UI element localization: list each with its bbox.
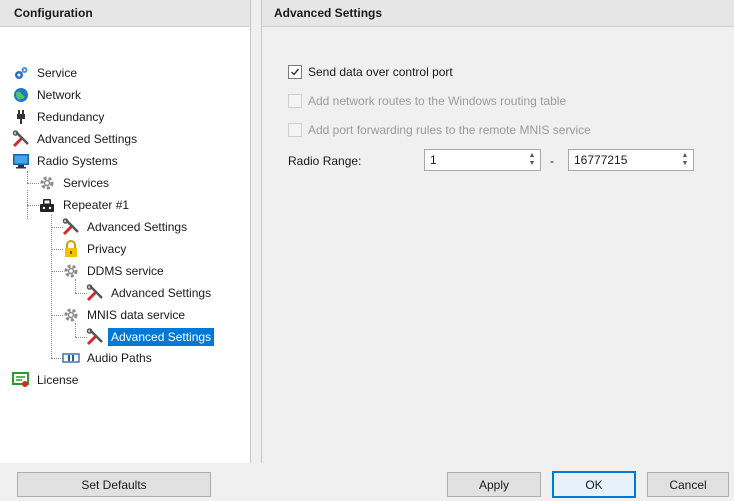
cancel-button[interactable]: Cancel — [647, 472, 729, 497]
add-port-forwarding-option: Add port forwarding rules to the remote … — [288, 121, 591, 139]
tree-item-label: Advanced Settings — [87, 220, 188, 234]
tree-item-repeater-advanced-settings[interactable]: Advanced Settings — [62, 217, 190, 237]
tree-item-label: License — [37, 373, 79, 387]
radio-range-to-value[interactable]: 16777215 — [569, 153, 677, 167]
tree-item-mnis-data-service[interactable]: MNIS data service — [62, 305, 188, 325]
tree-item-label: DDMS service — [87, 264, 164, 278]
tree-item-service[interactable]: Service — [12, 63, 80, 83]
tree-item-mnis-advanced-settings[interactable]: Advanced Settings — [86, 327, 215, 347]
globe-icon — [12, 86, 30, 104]
license-icon — [12, 371, 30, 389]
tree-item-privacy[interactable]: Privacy — [62, 239, 129, 259]
spin-down-icon[interactable]: ▼ — [682, 160, 689, 168]
option-label: Send data over control port — [308, 65, 453, 79]
tree-item-ddms-service[interactable]: DDMS service — [62, 261, 167, 281]
plug-icon — [12, 108, 30, 126]
tree-item-label: Services — [63, 176, 110, 190]
option-label: Add network routes to the Windows routin… — [308, 94, 567, 108]
tree-item-label: Redundancy — [37, 110, 105, 124]
gear-icon — [38, 174, 56, 192]
tree-item-label: Network — [37, 88, 82, 102]
tree-item-label: Advanced Settings — [111, 286, 212, 300]
send-data-control-port-option[interactable]: Send data over control port — [288, 63, 453, 81]
ok-button[interactable]: OK — [552, 471, 636, 498]
gears-icon — [12, 64, 30, 82]
configuration-header: Configuration — [0, 0, 250, 27]
tools-icon — [12, 130, 30, 148]
settings-header: Advanced Settings — [262, 0, 734, 27]
send-data-control-port-checkbox[interactable] — [288, 65, 302, 79]
tree-item-radio-systems[interactable]: Radio Systems — [12, 151, 121, 171]
tree-item-repeater-1[interactable]: Repeater #1 — [38, 195, 132, 215]
tree-item-label: MNIS data service — [87, 308, 186, 322]
checkmark-icon — [291, 68, 300, 76]
tree-item-license[interactable]: License — [12, 370, 81, 390]
radio-range-from-value[interactable]: 1 — [425, 153, 524, 167]
tree-item-label: Repeater #1 — [63, 198, 130, 212]
spin-down-icon[interactable]: ▼ — [529, 160, 536, 168]
spin-up-icon[interactable]: ▲ — [682, 152, 689, 160]
tree-item-ddms-advanced-settings[interactable]: Advanced Settings — [86, 283, 214, 303]
tree-item-redundancy[interactable]: Redundancy — [12, 107, 107, 127]
spin-arrows[interactable]: ▲ ▼ — [524, 150, 540, 170]
gear-icon — [62, 262, 80, 280]
audio-path-icon — [62, 349, 80, 367]
repeater-icon — [38, 196, 56, 214]
tree-item-label: Audio Paths — [87, 351, 152, 365]
radio-range-label: Radio Range: — [288, 154, 362, 168]
lock-icon — [62, 240, 80, 258]
tree-item-network[interactable]: Network — [12, 85, 84, 105]
gear-icon — [62, 306, 80, 324]
pane-splitter[interactable] — [251, 0, 261, 463]
tree-item-label: Service — [37, 66, 78, 80]
option-label: Add port forwarding rules to the remote … — [308, 123, 591, 137]
range-separator: - — [550, 154, 554, 168]
radio-range-to-spinbox[interactable]: 16777215 ▲ ▼ — [568, 149, 694, 171]
tools-icon — [86, 328, 104, 346]
tree-item-audio-paths[interactable]: Audio Paths — [62, 348, 155, 368]
tree-item-label: Radio Systems — [37, 154, 118, 168]
tree-item-advanced-settings[interactable]: Advanced Settings — [12, 129, 140, 149]
radio-range-from-spinbox[interactable]: 1 ▲ ▼ — [424, 149, 541, 171]
tree-item-label: Advanced Settings — [37, 132, 138, 146]
add-network-routes-checkbox — [288, 94, 302, 108]
set-defaults-button[interactable]: Set Defaults — [17, 472, 211, 497]
add-port-forwarding-checkbox — [288, 123, 302, 137]
spin-up-icon[interactable]: ▲ — [529, 152, 536, 160]
tools-icon — [86, 284, 104, 302]
monitor-icon — [12, 152, 30, 170]
settings-pane: Advanced Settings Send data over control… — [261, 0, 734, 463]
tools-icon — [62, 218, 80, 236]
tree-item-label: Advanced Settings — [108, 328, 215, 346]
configuration-pane: Configuration Service Network Redundancy… — [0, 0, 251, 463]
apply-button[interactable]: Apply — [447, 472, 541, 497]
tree-item-services[interactable]: Services — [38, 173, 112, 193]
bottom-button-bar: Set Defaults Apply OK Cancel — [0, 463, 734, 501]
tree-item-label: Privacy — [87, 242, 127, 256]
add-network-routes-option: Add network routes to the Windows routin… — [288, 92, 566, 110]
spin-arrows[interactable]: ▲ ▼ — [677, 150, 693, 170]
